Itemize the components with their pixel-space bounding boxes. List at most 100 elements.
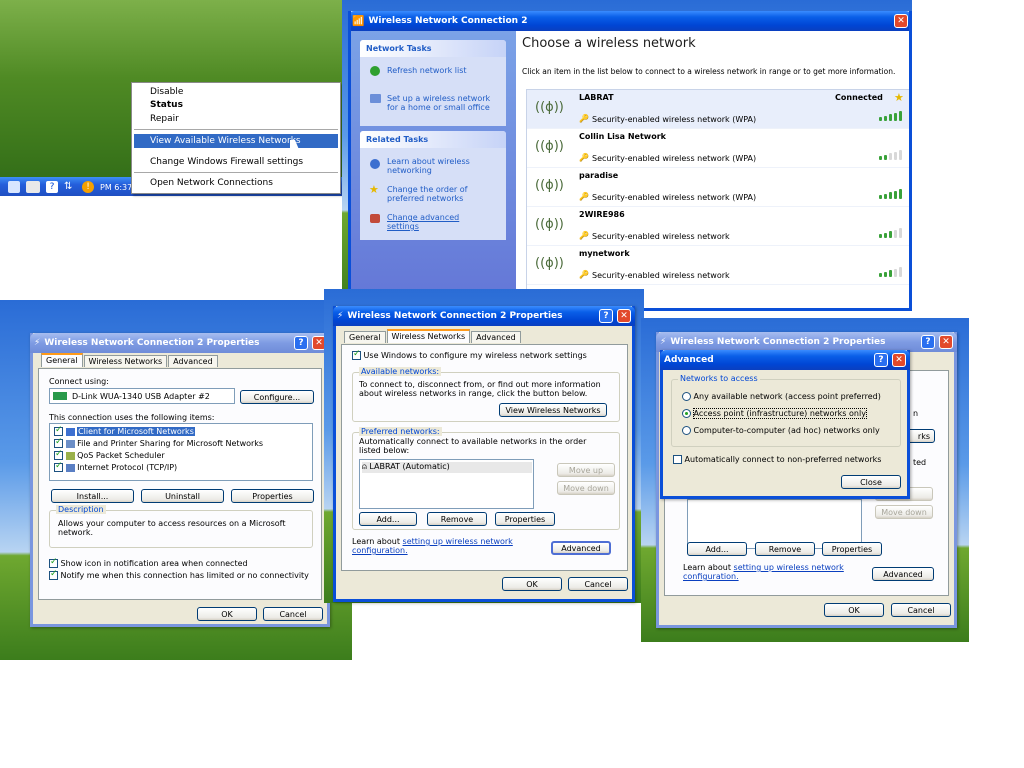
warning-icon[interactable]: ! — [82, 181, 94, 193]
setup-wireless-network-link[interactable]: Set up a wireless network for a home or … — [387, 94, 497, 112]
preferred-networks-label: Preferred networks: — [359, 427, 442, 436]
ok-button[interactable]: OK — [824, 603, 884, 617]
cancel-button[interactable]: Cancel — [891, 603, 951, 617]
wireless-titlebar[interactable]: 📶 Wireless Network Connection 2 ✕ — [351, 11, 909, 31]
tab-wireless-networks[interactable]: Wireless Networks — [386, 329, 471, 343]
network-list-item[interactable]: ((ϕ)) paradise 🔑 Security-enabled wireless … — [527, 168, 909, 207]
description-label: Description — [56, 505, 106, 514]
cancel-button[interactable]: Cancel — [263, 607, 323, 621]
props-back-titlebar[interactable]: ⚡ Wireless Network Connection 2 Properti… — [656, 332, 957, 352]
menu-item-view-wireless[interactable]: View Available Wireless Networks — [150, 136, 301, 146]
auto-connect-checkbox[interactable] — [673, 455, 682, 464]
network-list-item[interactable]: ((ϕ)) Collin Lisa Network 🔑 Security-enable… — [527, 129, 909, 168]
close-button[interactable]: ✕ — [894, 14, 908, 28]
network-list-item[interactable]: ((ϕ)) LABRAT 🔑 Security-enabled wireless ne… — [527, 90, 909, 129]
setup-wireless-link[interactable]: setting up wireless network — [734, 563, 844, 572]
menu-item-firewall[interactable]: Change Windows Firewall settings — [150, 157, 303, 167]
component-checkbox[interactable] — [54, 437, 63, 448]
close-button[interactable]: ✕ — [617, 309, 631, 323]
notify-option[interactable]: Notify me when this connection has limit… — [49, 569, 309, 580]
notify-checkbox[interactable] — [49, 569, 58, 580]
keyboard-icon[interactable] — [26, 181, 40, 193]
configuration-link[interactable]: configuration. — [683, 572, 739, 581]
security-lock-icon: 🔑 — [579, 231, 589, 240]
close-button[interactable]: ✕ — [892, 353, 906, 367]
move-down-button[interactable]: Move down — [875, 505, 933, 519]
tab-general[interactable]: General — [41, 353, 83, 367]
instructions-text: Click an item in the list below to conne… — [522, 67, 896, 76]
list-item[interactable]: QoS Packet Scheduler — [54, 449, 254, 462]
ok-button[interactable]: OK — [502, 577, 562, 591]
related-tasks-header: Related Tasks — [360, 131, 506, 148]
peek-text: ted — [913, 458, 927, 467]
setup-wireless-link[interactable]: setting up wireless network — [403, 537, 513, 546]
tab-advanced[interactable]: Advanced — [471, 331, 521, 343]
install-button[interactable]: Install... — [51, 489, 134, 503]
list-item[interactable]: ⍝ LABRAT (Automatic) — [362, 462, 532, 473]
cancel-button[interactable]: Cancel — [568, 577, 628, 591]
list-item[interactable]: Internet Protocol (TCP/IP) — [54, 461, 254, 474]
tab-wireless-networks[interactable]: Wireless Networks — [83, 355, 168, 367]
advanced-button[interactable]: Advanced — [551, 541, 611, 555]
refresh-network-list-link[interactable]: Refresh network list — [387, 66, 467, 75]
use-windows-option[interactable]: Use Windows to configure my wireless net… — [352, 349, 587, 360]
use-windows-checkbox[interactable] — [352, 349, 361, 360]
tab-general[interactable]: General — [344, 331, 386, 343]
close-dialog-button[interactable]: Close — [841, 475, 901, 489]
network-list-item[interactable]: ((ϕ)) 2WIRE986 🔑 Security-enabled wireless … — [527, 207, 909, 246]
network-list-item[interactable]: ((ϕ)) mynetwork 🔑 Security-enabled wireless… — [527, 246, 909, 285]
radio-any-network[interactable] — [682, 392, 691, 401]
component-checkbox[interactable] — [54, 425, 63, 436]
menu-item-disable[interactable]: Disable — [150, 87, 183, 97]
show-icon-checkbox[interactable] — [49, 557, 58, 568]
close-button[interactable]: ✕ — [939, 335, 953, 349]
add-button[interactable]: Add... — [359, 512, 417, 526]
change-advanced-link[interactable]: Change advanced settings — [387, 213, 477, 231]
list-item[interactable]: File and Printer Sharing for Microsoft N… — [54, 437, 304, 450]
advanced-titlebar[interactable]: Advanced ? ✕ — [660, 350, 910, 370]
add-button[interactable]: Add... — [687, 542, 747, 556]
component-checkbox[interactable] — [54, 449, 63, 460]
props-general-titlebar[interactable]: ⚡ Wireless Network Connection 2 Properti… — [30, 333, 330, 353]
help-icon[interactable]: ? — [46, 181, 58, 193]
list-item[interactable]: Client for Microsoft Networks — [54, 425, 214, 438]
remove-button[interactable]: Remove — [427, 512, 487, 526]
radio-access-point[interactable] — [682, 409, 691, 418]
properties-button[interactable]: Properties — [495, 512, 555, 526]
wrench-icon[interactable] — [8, 181, 20, 193]
props-wireless-titlebar[interactable]: ⚡ Wireless Network Connection 2 Properti… — [333, 306, 635, 326]
help-button[interactable]: ? — [874, 353, 888, 367]
auto-connect-option[interactable]: Automatically connect to non-preferred n… — [673, 455, 881, 464]
tab-advanced[interactable]: Advanced — [168, 355, 218, 367]
change-order-link[interactable]: Change the order of preferred networks — [387, 185, 487, 203]
signal-bar — [899, 111, 902, 121]
configure-button[interactable]: Configure... — [240, 390, 314, 404]
help-button[interactable]: ? — [294, 336, 308, 350]
option-any-network[interactable]: Any available network (access point pref… — [682, 392, 881, 401]
menu-item-status[interactable]: Status — [150, 100, 183, 110]
advanced-button[interactable]: Advanced — [872, 567, 934, 581]
view-wireless-networks-button[interactable]: View Wireless Networks — [499, 403, 607, 417]
move-down-button[interactable]: Move down — [557, 481, 615, 495]
network-icon: ⚡ — [337, 311, 344, 321]
help-button[interactable]: ? — [921, 335, 935, 349]
option-access-point[interactable]: Access point (infrastructure) networks o… — [682, 408, 867, 419]
configuration-link[interactable]: configuration. — [352, 546, 408, 555]
learn-wireless-link[interactable]: Learn about wireless networking — [387, 157, 487, 175]
component-checkbox[interactable] — [54, 461, 63, 472]
show-icon-option[interactable]: Show icon in notification area when conn… — [49, 557, 248, 568]
mouse-cursor-icon — [290, 140, 300, 152]
menu-item-open-connections[interactable]: Open Network Connections — [150, 178, 273, 188]
network-icon[interactable]: ⇅ — [64, 181, 76, 193]
help-button[interactable]: ? — [599, 309, 613, 323]
remove-button[interactable]: Remove — [755, 542, 815, 556]
window-title: Wireless Network Connection 2 Properties — [670, 337, 886, 347]
uninstall-button[interactable]: Uninstall — [141, 489, 224, 503]
properties-button[interactable]: Properties — [822, 542, 882, 556]
ok-button[interactable]: OK — [197, 607, 257, 621]
radio-ad-hoc[interactable] — [682, 426, 691, 435]
properties-button[interactable]: Properties — [231, 489, 314, 503]
menu-item-repair[interactable]: Repair — [150, 114, 179, 124]
move-up-button[interactable]: Move up — [557, 463, 615, 477]
option-ad-hoc[interactable]: Computer-to-computer (ad hoc) networks o… — [682, 426, 880, 435]
